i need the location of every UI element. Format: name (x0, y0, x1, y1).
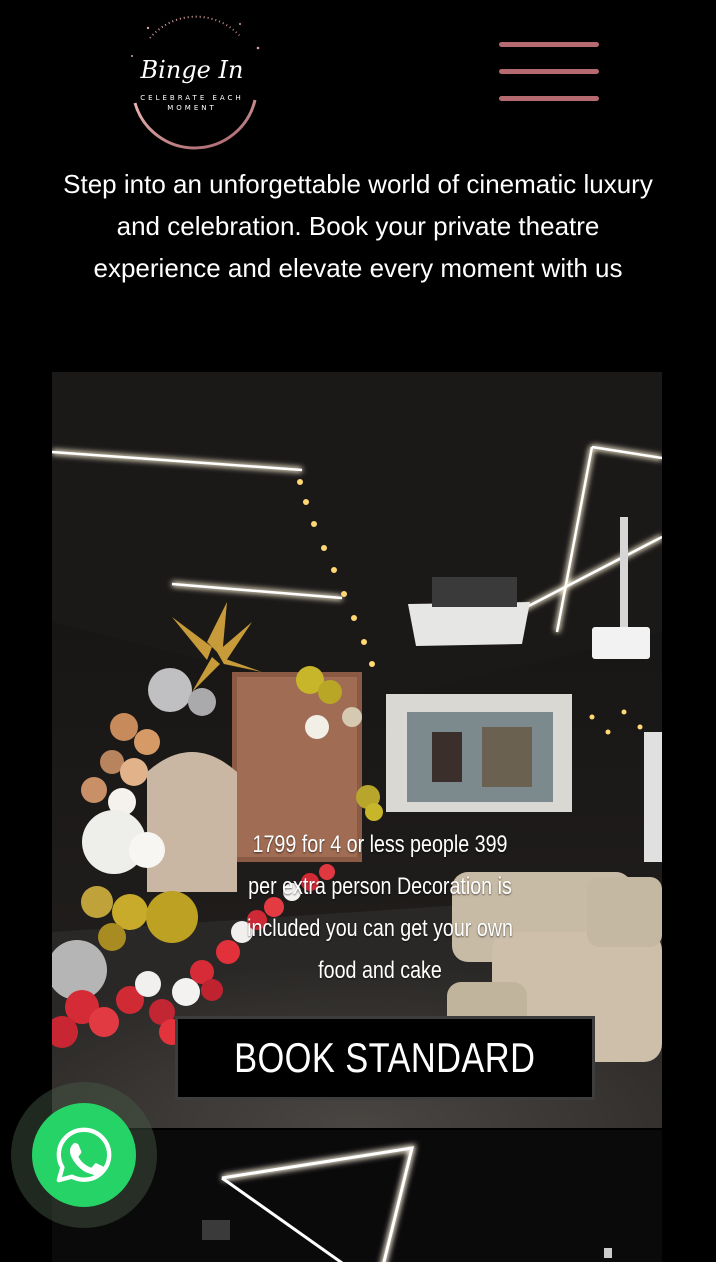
package-description: 1799 for 4 or less people 399 per extra … (247, 831, 513, 984)
svg-text:MOMENT: MOMENT (167, 104, 217, 112)
menu-bar (499, 69, 599, 74)
svg-text:CELEBRATE EACH: CELEBRATE EACH (140, 94, 243, 102)
svg-text:Binge In: Binge In (140, 56, 244, 84)
hamburger-menu-icon[interactable] (496, 40, 602, 106)
site-header: Binge In CELEBRATE EACH MOMENT (0, 0, 716, 160)
intro-text: Step into an unforgettable world of cine… (63, 169, 653, 283)
book-standard-button[interactable]: BOOK STANDARD (175, 1016, 595, 1100)
whatsapp-chat-button[interactable] (32, 1103, 136, 1207)
theatre-photo (52, 372, 662, 1128)
book-standard-button-label: BOOK STANDARD (234, 1034, 536, 1081)
menu-bar (499, 42, 599, 47)
brand-logo[interactable]: Binge In CELEBRATE EACH MOMENT (110, 8, 275, 153)
menu-bar (499, 96, 599, 101)
logo-emblem: Binge In CELEBRATE EACH MOMENT (131, 15, 260, 150)
standard-package-card: 1799 for 4 or less people 399 per extra … (52, 372, 662, 1128)
whatsapp-icon (56, 1127, 112, 1183)
